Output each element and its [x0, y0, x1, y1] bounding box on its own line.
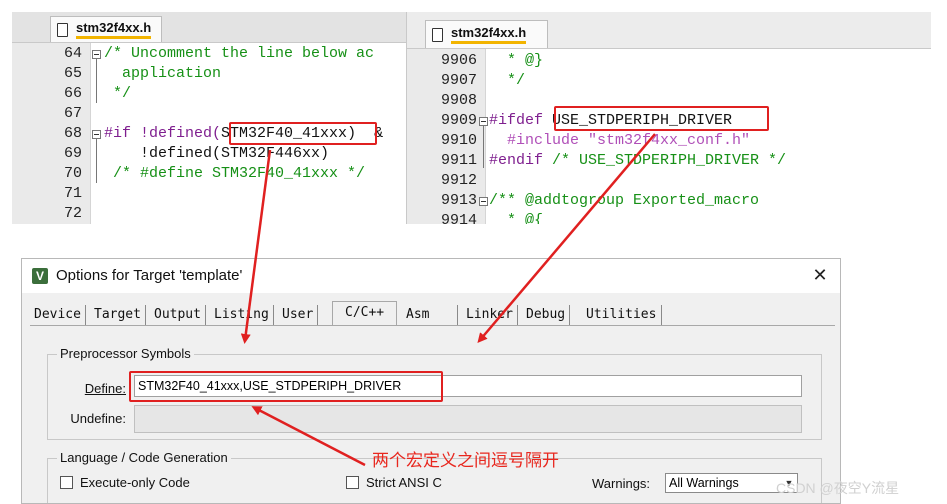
arrow-from-stm32-macro	[240, 149, 272, 344]
annotation-note: 两个宏定义之间逗号隔开	[372, 451, 559, 471]
annotation-arrows	[240, 133, 656, 467]
arrow-from-stdperiph-macro	[477, 133, 656, 344]
arrow-to-define-field	[251, 406, 366, 467]
watermark: CSDN @夜空Y流星	[776, 480, 900, 496]
